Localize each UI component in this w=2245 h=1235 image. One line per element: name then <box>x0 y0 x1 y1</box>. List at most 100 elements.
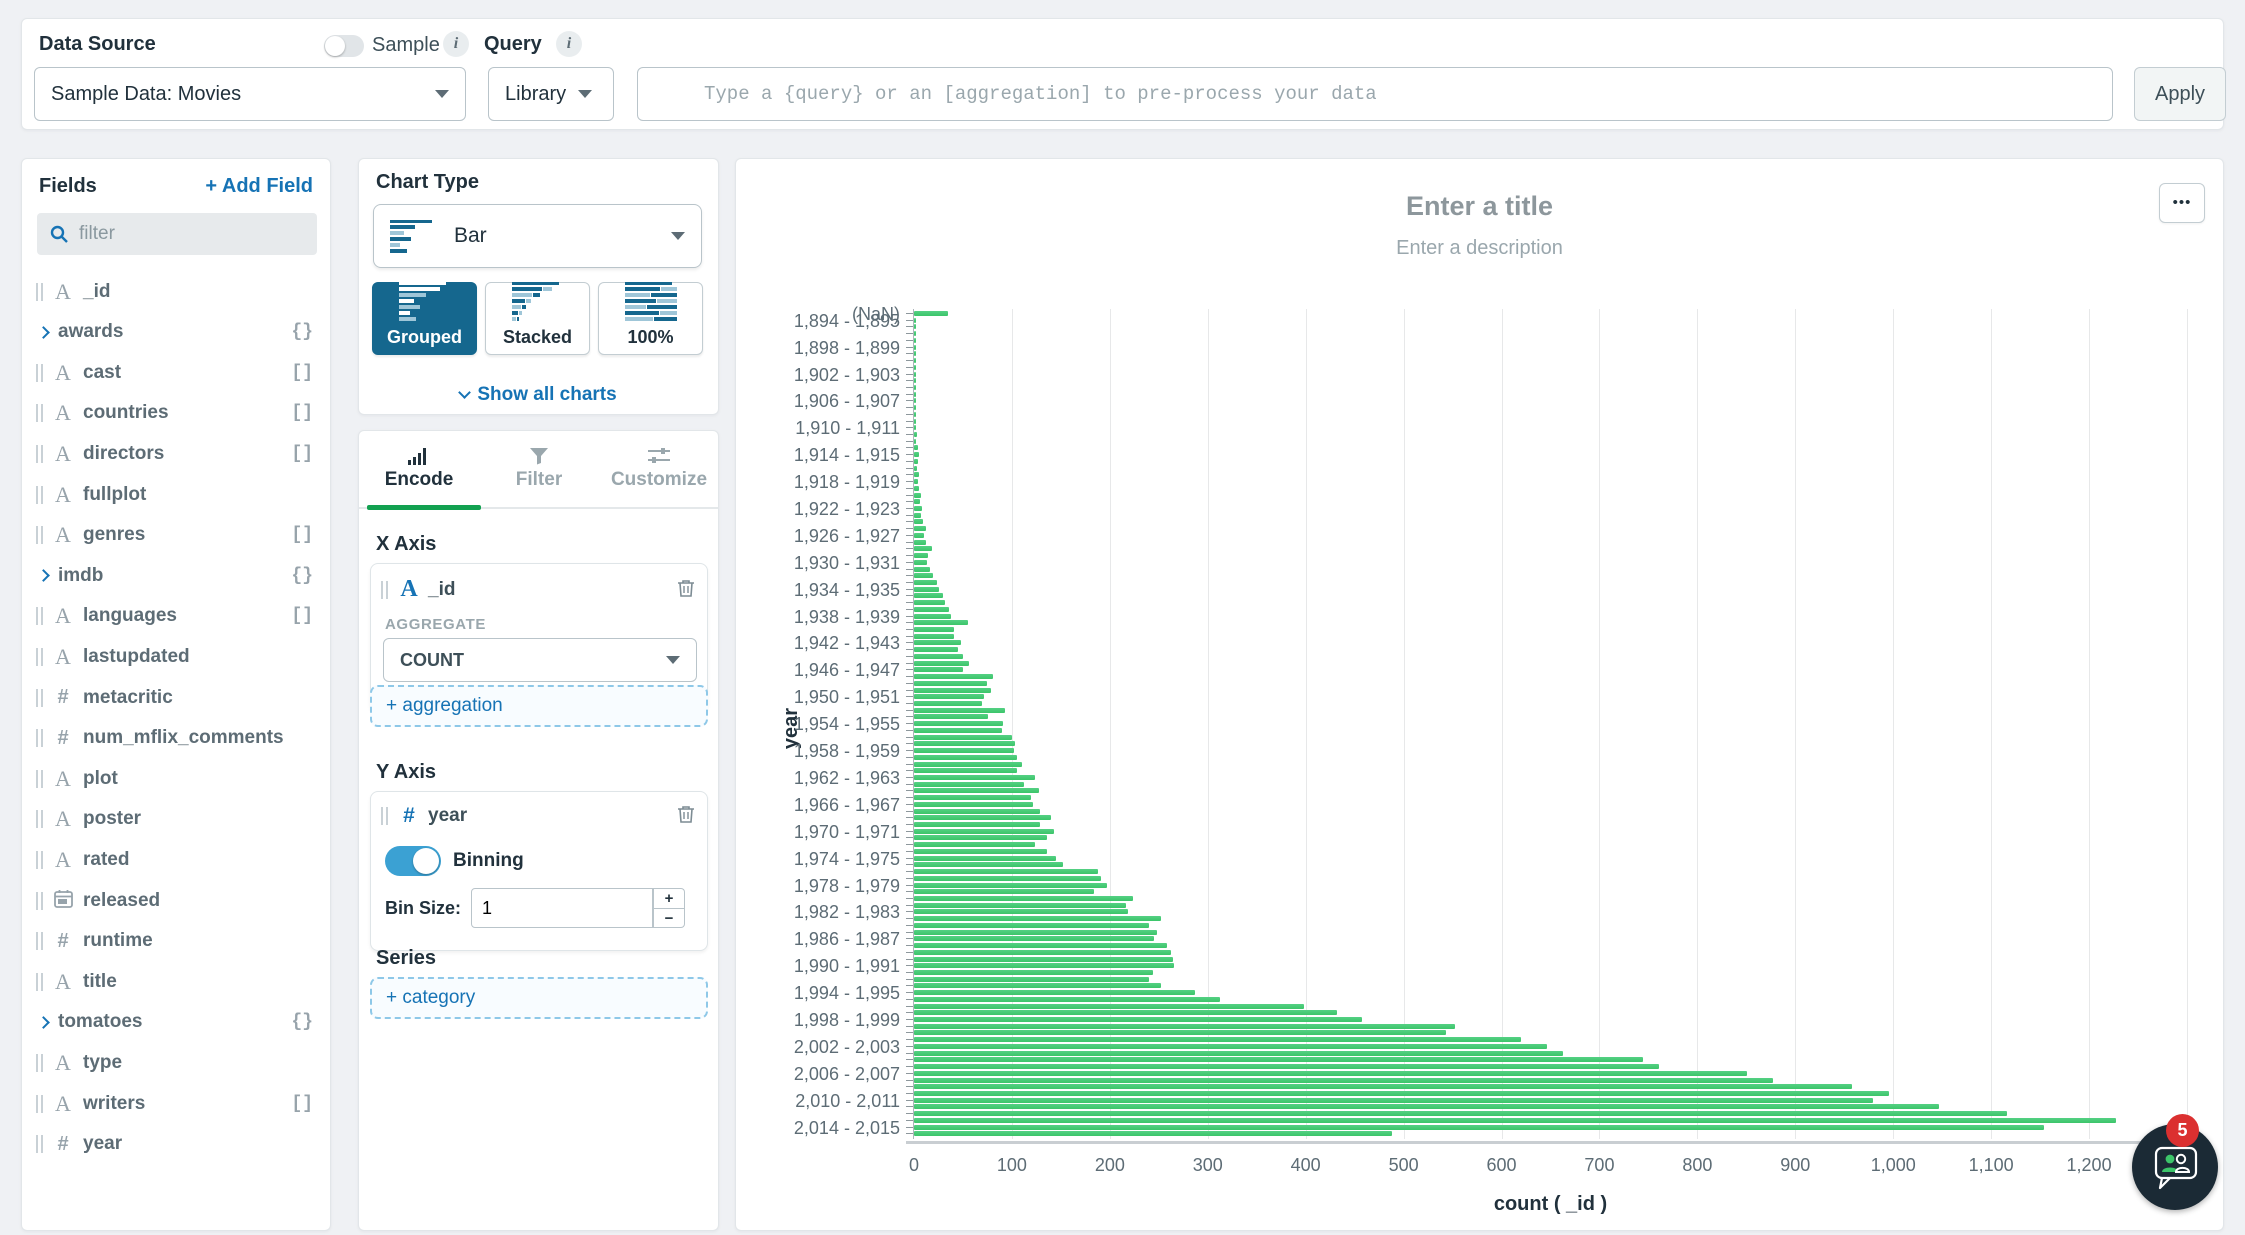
bar[interactable] <box>914 567 930 572</box>
bar[interactable] <box>914 620 968 625</box>
tab-filter[interactable]: Filter <box>479 443 599 491</box>
bar[interactable] <box>914 526 926 531</box>
bar[interactable] <box>914 466 917 471</box>
bar[interactable] <box>914 311 948 316</box>
bar[interactable] <box>914 903 1126 908</box>
field-row-plot[interactable]: Aplot <box>22 758 330 799</box>
bar[interactable] <box>914 835 1047 840</box>
drag-handle-icon[interactable] <box>36 1054 43 1072</box>
bar[interactable] <box>914 472 919 477</box>
bar[interactable] <box>914 735 1012 740</box>
bar[interactable] <box>914 513 921 518</box>
field-row-released[interactable]: released <box>22 880 330 921</box>
chart-menu-button[interactable]: ••• <box>2159 183 2205 223</box>
drag-handle-icon[interactable] <box>36 932 43 950</box>
bar[interactable] <box>914 351 916 356</box>
bar[interactable] <box>914 654 963 659</box>
bar[interactable] <box>914 688 991 693</box>
bar[interactable] <box>914 788 1039 793</box>
bar[interactable] <box>914 600 945 605</box>
bar[interactable] <box>914 1111 2007 1116</box>
chart-type-select[interactable]: Bar <box>373 204 702 268</box>
drag-handle-icon[interactable] <box>36 973 43 991</box>
drag-handle-icon[interactable] <box>381 807 388 825</box>
bar[interactable] <box>914 445 918 450</box>
bar[interactable] <box>914 338 916 343</box>
bar[interactable] <box>914 842 1035 847</box>
bar[interactable] <box>914 916 1161 921</box>
field-row-metacritic[interactable]: #metacritic <box>22 677 330 718</box>
drag-handle-icon[interactable] <box>36 729 43 747</box>
bar[interactable] <box>914 372 916 377</box>
bar[interactable] <box>914 694 984 699</box>
field-row-year[interactable]: #year <box>22 1124 330 1165</box>
bar[interactable] <box>914 533 924 538</box>
field-row-directors[interactable]: Adirectors[] <box>22 433 330 474</box>
bar[interactable] <box>914 782 1024 787</box>
bar[interactable] <box>914 546 932 551</box>
field-row-title[interactable]: Atitle <box>22 961 330 1002</box>
bar[interactable] <box>914 647 958 652</box>
field-row-fullplot[interactable]: Afullplot <box>22 474 330 515</box>
bar[interactable] <box>914 1131 1392 1136</box>
bar[interactable] <box>914 385 916 390</box>
drag-handle-icon[interactable] <box>36 689 43 707</box>
drag-handle-icon[interactable] <box>36 364 43 382</box>
field-search-box[interactable] <box>37 213 317 255</box>
bar[interactable] <box>914 970 1153 975</box>
bar[interactable] <box>914 324 916 329</box>
bar[interactable] <box>914 930 1157 935</box>
bar[interactable] <box>914 856 1056 861</box>
add-field-button[interactable]: + Add Field <box>205 175 313 198</box>
bar[interactable] <box>914 1030 1446 1035</box>
field-filter-input[interactable] <box>79 223 299 245</box>
increment-button[interactable]: + <box>653 888 685 908</box>
bar[interactable] <box>914 775 1035 780</box>
bar[interactable] <box>914 1010 1337 1015</box>
field-row-awards[interactable]: awards{} <box>22 312 330 353</box>
drag-handle-icon[interactable] <box>36 770 43 788</box>
field-row-runtime[interactable]: #runtime <box>22 921 330 962</box>
bar[interactable] <box>914 365 916 370</box>
tab-encode[interactable]: Encode <box>359 443 479 491</box>
chart-description-placeholder[interactable]: Enter a description <box>736 237 2223 260</box>
bar[interactable] <box>914 936 1154 941</box>
bar[interactable] <box>914 419 916 424</box>
bar[interactable] <box>914 560 927 565</box>
library-select[interactable]: Library <box>488 67 614 121</box>
field-row-poster[interactable]: Aposter <box>22 799 330 840</box>
chart-title-placeholder[interactable]: Enter a title <box>736 191 2223 222</box>
subtype-grouped-button[interactable]: Grouped <box>372 282 477 355</box>
bar[interactable] <box>914 553 928 558</box>
field-row-num_mflix_comments[interactable]: #num_mflix_comments <box>22 718 330 759</box>
bar[interactable] <box>914 392 916 397</box>
bar[interactable] <box>914 439 916 444</box>
bar[interactable] <box>914 661 969 666</box>
bar[interactable] <box>914 432 917 437</box>
bar[interactable] <box>914 405 916 410</box>
bar[interactable] <box>914 580 937 585</box>
bar[interactable] <box>914 398 916 403</box>
bar[interactable] <box>914 923 1149 928</box>
bar[interactable] <box>914 990 1195 995</box>
field-row-_id[interactable]: A_id <box>22 271 330 312</box>
bar[interactable] <box>914 1104 1939 1109</box>
bar[interactable] <box>914 741 1015 746</box>
drag-handle-icon[interactable] <box>36 404 43 422</box>
bar[interactable] <box>914 1004 1304 1009</box>
info-icon[interactable]: i <box>443 31 469 57</box>
drag-handle-icon[interactable] <box>36 283 43 301</box>
field-row-languages[interactable]: Alanguages[] <box>22 596 330 637</box>
drag-handle-icon[interactable] <box>36 445 43 463</box>
bar[interactable] <box>914 721 1003 726</box>
bar[interactable] <box>914 318 916 323</box>
binning-toggle[interactable] <box>385 846 441 876</box>
query-input[interactable] <box>637 67 2113 121</box>
bar[interactable] <box>914 1024 1455 1029</box>
bar[interactable] <box>914 728 1002 733</box>
bin-size-input[interactable] <box>471 888 653 928</box>
bar[interactable] <box>914 896 1133 901</box>
bar[interactable] <box>914 714 988 719</box>
drag-handle-icon[interactable] <box>36 526 43 544</box>
bar[interactable] <box>914 593 943 598</box>
